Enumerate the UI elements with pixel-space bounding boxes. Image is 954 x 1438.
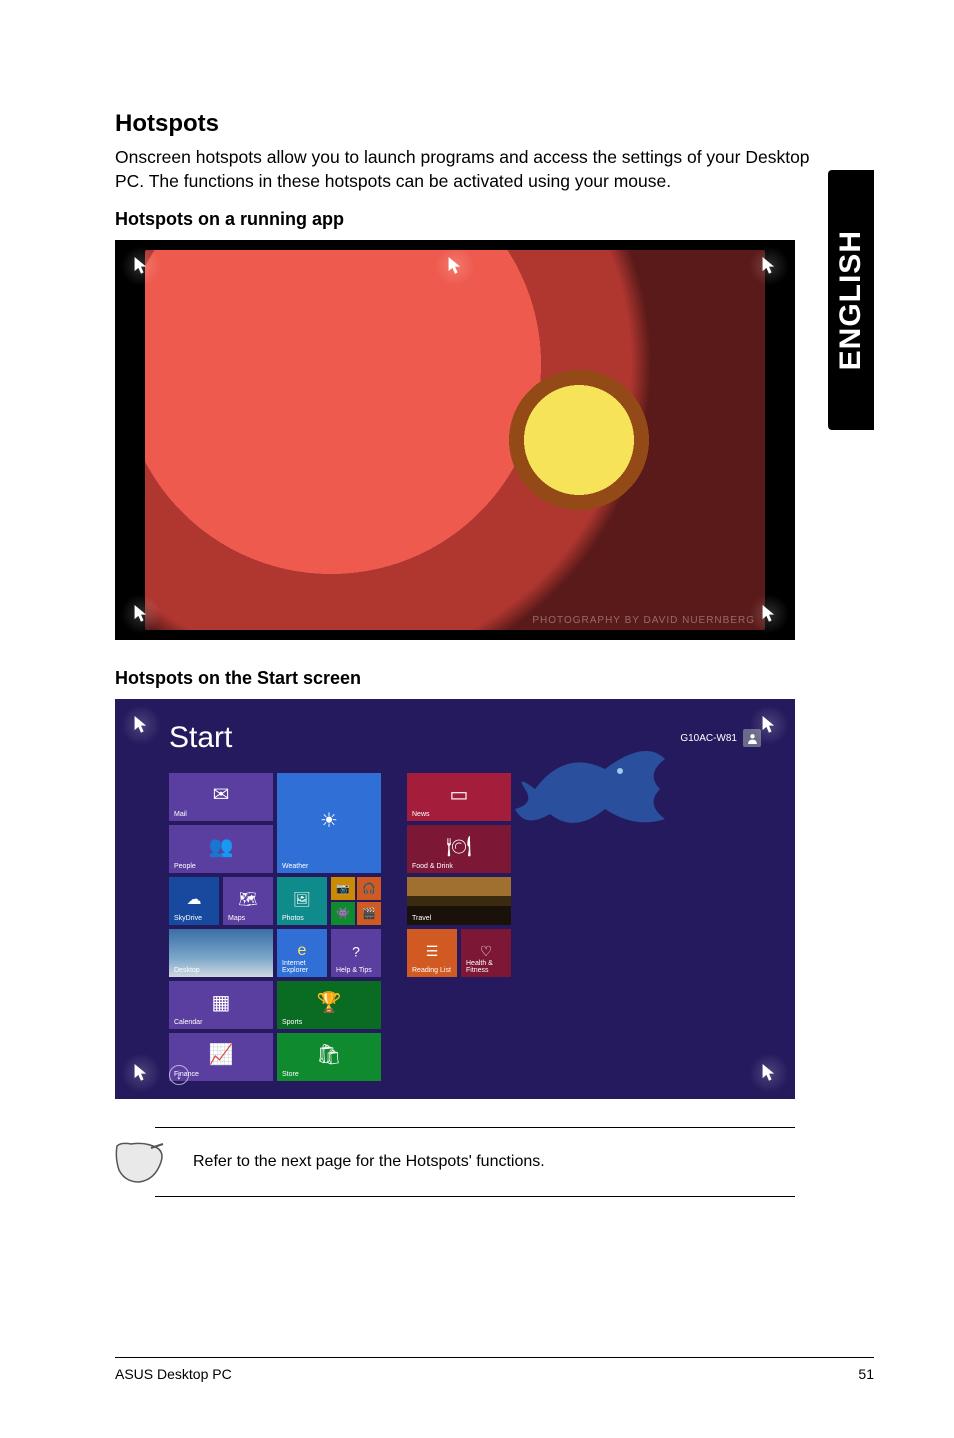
hand-pointer-icon	[115, 1140, 165, 1184]
tile-help: ?Help & Tips	[331, 929, 381, 977]
help-icon: ?	[352, 944, 360, 960]
video-icon: 🎬	[357, 902, 381, 925]
language-tab: ENGLISH	[828, 170, 874, 430]
sun-icon: ☀	[320, 808, 338, 833]
cursor-icon	[134, 1064, 148, 1082]
tile-reading-health-group: ☰Reading List ♡Health & Fitness	[407, 929, 511, 977]
tile-skydrive: ☁SkyDrive	[169, 877, 219, 925]
trophy-icon: 🏆	[317, 990, 342, 1015]
tile-people: 👥People	[169, 825, 273, 873]
footer-left: ASUS Desktop PC	[115, 1366, 232, 1382]
page: ENGLISH Hotspots Onscreen hotspots allow…	[0, 0, 954, 1438]
tile-desktop: Desktop	[169, 929, 273, 977]
tile-maps: 🗺Maps	[223, 877, 273, 925]
tile-news: ▭News	[407, 773, 511, 821]
hotspot-top-right	[749, 705, 789, 745]
tile-food: 🍽Food & Drink	[407, 825, 511, 873]
hotspot-bottom-right	[749, 1053, 789, 1093]
food-icon: 🍽	[446, 834, 471, 859]
hotspot-top-left	[121, 246, 161, 286]
news-icon: ▭	[450, 782, 469, 807]
footer-rule	[115, 1357, 874, 1358]
all-apps-arrow: ↓	[169, 1065, 189, 1085]
tile-internet-explorer: eInternet Explorer	[277, 929, 327, 977]
start-label: Start	[169, 721, 232, 755]
hotspot-top-middle	[435, 246, 475, 286]
cursor-icon	[448, 257, 462, 275]
cursor-icon	[134, 605, 148, 623]
tile-store: 🛍Store	[277, 1033, 381, 1081]
tile-photos-small-group: 🖼Photos 📷 🎧 👾 🎬	[277, 877, 381, 925]
cursor-icon	[762, 257, 776, 275]
screenshot-running-app: PHOTOGRAPHY BY DAVID NUERNBERG	[115, 240, 795, 640]
start-tiles: ✉Mail ☀Weather ▭News 👥People 🍽Food & Dri…	[169, 773, 511, 1081]
mail-icon: ✉	[213, 782, 230, 807]
cursor-icon	[762, 716, 776, 734]
tile-calendar: ▦Calendar	[169, 981, 273, 1029]
tile-ie-help-group: eInternet Explorer ?Help & Tips	[277, 929, 381, 977]
ie-icon: e	[298, 942, 307, 960]
language-tab-label: ENGLISH	[834, 230, 868, 370]
note-text: Refer to the next page for the Hotspots'…	[193, 1153, 545, 1171]
tile-mail: ✉Mail	[169, 773, 273, 821]
tile-reading-list: ☰Reading List	[407, 929, 457, 977]
tile-photos: 🖼Photos	[277, 877, 327, 925]
heart-icon: ♡	[480, 943, 493, 960]
games-icon: 👾	[331, 902, 355, 925]
music-icon: 🎧	[357, 877, 381, 900]
photos-icon: 🖼	[293, 891, 311, 908]
intro-text: Onscreen hotspots allow you to launch pr…	[115, 146, 815, 193]
maps-icon: 🗺	[238, 890, 257, 908]
tile-small-quad: 📷 🎧 👾 🎬	[331, 877, 381, 925]
subheading-running-app: Hotspots on a running app	[115, 209, 874, 230]
user-account: G10AC-W81	[680, 729, 761, 747]
cursor-icon	[762, 1064, 776, 1082]
cloud-icon: ☁	[187, 890, 202, 908]
cursor-icon	[134, 716, 148, 734]
hotspot-bottom-left	[121, 594, 161, 634]
hotspot-bottom-left	[121, 1053, 161, 1093]
note-rule-bottom	[155, 1196, 795, 1197]
hotspot-top-left	[121, 705, 161, 745]
tile-sports: 🏆Sports	[277, 981, 381, 1029]
cursor-icon	[762, 605, 776, 623]
page-footer: ASUS Desktop PC 51	[115, 1357, 874, 1382]
user-name: G10AC-W81	[680, 733, 737, 744]
tile-skydrive-maps-group: ☁SkyDrive 🗺Maps	[169, 877, 273, 925]
subheading-start-screen: Hotspots on the Start screen	[115, 668, 874, 689]
cursor-icon	[134, 257, 148, 275]
store-icon: 🛍	[316, 1042, 341, 1067]
finance-icon: 📈	[209, 1042, 234, 1067]
page-number: 51	[858, 1366, 874, 1382]
tile-travel: Travel	[407, 877, 511, 925]
hotspot-top-right	[749, 246, 789, 286]
screenshot-start-screen: Start G10AC-W81 ✉Mail ☀Weather ▭News 👥Pe…	[115, 699, 795, 1099]
note: Refer to the next page for the Hotspots'…	[115, 1128, 795, 1196]
flower-image	[145, 250, 765, 630]
reading-icon: ☰	[426, 943, 439, 960]
calendar-icon: ▦	[212, 990, 231, 1015]
hotspot-bottom-right	[749, 594, 789, 634]
photo-credit-watermark: PHOTOGRAPHY BY DAVID NUERNBERG	[532, 615, 755, 626]
tile-health: ♡Health & Fitness	[461, 929, 511, 977]
people-icon: 👥	[209, 834, 234, 859]
betta-fish-background	[495, 719, 695, 849]
tile-weather: ☀Weather	[277, 773, 381, 873]
section-title: Hotspots	[115, 110, 874, 138]
camera-icon: 📷	[331, 877, 355, 900]
